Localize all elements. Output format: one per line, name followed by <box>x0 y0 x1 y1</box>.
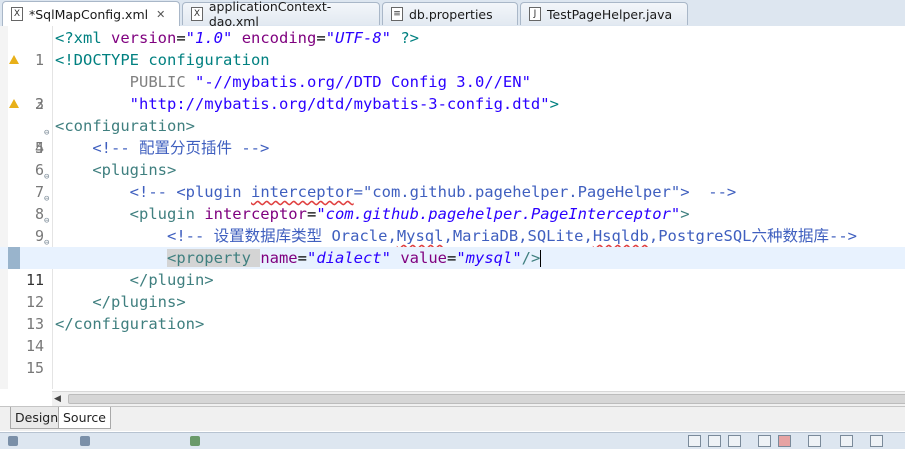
toolbar-button[interactable] <box>758 435 771 447</box>
horizontal-scrollbar[interactable]: ◀ <box>52 391 905 407</box>
toolbar-button[interactable] <box>778 435 791 447</box>
code-line-15[interactable]: 15 <box>0 335 905 377</box>
code-line-7[interactable]: 7 ⊖ <plugins> <box>0 159 905 201</box>
properties-file-icon: ≡ <box>391 7 403 21</box>
code-text: </plugins> <box>92 293 186 311</box>
text-caret <box>540 250 542 267</box>
code-text: <configuration> <box>55 117 195 135</box>
tab-sqlmapconfig[interactable]: X *SqlMapConfig.xml ✕ <box>2 1 180 26</box>
code-text: "http://mybatis.org/dtd/mybatis-3-config… <box>129 95 559 113</box>
code-text: <!-- 配置分页插件 --> <box>92 139 270 157</box>
toolbar-button[interactable] <box>808 435 821 447</box>
tab-design[interactable]: Design <box>10 407 64 429</box>
view-icon <box>190 436 200 446</box>
code-line-1[interactable]: 1 <?xml version="1.0" encoding="UTF-8" ?… <box>0 27 905 69</box>
code-text: <property name="dialect" value="mysql"/> <box>166 249 542 267</box>
toolbar-button[interactable] <box>708 435 721 447</box>
code-line-10[interactable]: 10 ⊖ <!-- 设置数据库类型 Oracle,Mysql,MariaDB,S… <box>0 225 905 267</box>
editor-mode-tabs: Design Source <box>0 406 905 431</box>
bottom-view-bar <box>0 432 905 449</box>
toolbar-button[interactable] <box>728 435 741 447</box>
code-text: PUBLIC "-//mybatis.org//DTD Config 3.0//… <box>129 73 531 91</box>
toolbar-button[interactable] <box>870 435 883 447</box>
code-line-11[interactable]: 11 <property name="dialect" value="mysql… <box>0 247 905 289</box>
change-marker <box>8 247 20 269</box>
code-text: </plugin> <box>129 271 214 289</box>
code-line-14[interactable]: 14 </configuration> <box>0 313 905 355</box>
code-text: <?xml version="1.0" encoding="UTF-8" ?> <box>55 29 420 47</box>
code-line-5[interactable]: 5 ⊖ <configuration> <box>0 115 905 157</box>
view-icon <box>80 436 90 446</box>
code-text: <plugin interceptor="com.github.pagehelp… <box>129 205 690 223</box>
scrollbar-thumb[interactable] <box>68 394 905 404</box>
code-text: <plugins> <box>92 161 177 179</box>
line-number: 15 <box>25 359 44 377</box>
editor-tab-bar: X *SqlMapConfig.xml ✕ X applicationConte… <box>0 0 905 29</box>
tab-db-properties[interactable]: ≡ db.properties <box>382 2 518 25</box>
code-text: <!-- 设置数据库类型 Oracle,Mysql,MariaDB,SQLite… <box>166 227 858 245</box>
xml-source-editor[interactable]: 1 <?xml version="1.0" encoding="UTF-8" ?… <box>0 26 905 389</box>
view-tab[interactable] <box>190 436 250 449</box>
code-text: <!-- <plugin interceptor="com.github.pag… <box>129 183 737 201</box>
tab-label: applicationContext-dao.xml <box>208 0 332 29</box>
code-line-4[interactable]: 4 "http://mybatis.org/dtd/mybatis-3-conf… <box>0 93 905 157</box>
code-line-8[interactable]: 8 ⊖ <!-- <plugin interceptor="com.github… <box>0 181 905 223</box>
code-text: <!DOCTYPE configuration <box>55 51 270 69</box>
view-tab[interactable] <box>8 436 68 449</box>
code-text: </configuration> <box>55 315 205 333</box>
tab-label: db.properties <box>409 6 493 22</box>
close-icon[interactable]: ✕ <box>156 8 165 21</box>
code-line-13[interactable]: 13 </plugins> <box>0 291 905 333</box>
tab-label: TestPageHelper.java <box>547 6 673 22</box>
code-line-2[interactable]: 2 <!DOCTYPE configuration <box>0 49 905 113</box>
warning-icon[interactable] <box>9 55 19 64</box>
xml-file-icon: X <box>191 7 203 21</box>
tab-testpagehelper-java[interactable]: J TestPageHelper.java <box>520 2 688 25</box>
view-icon <box>8 436 18 446</box>
xml-file-icon: X <box>11 7 23 21</box>
view-tab[interactable] <box>80 436 180 449</box>
code-line-12[interactable]: 12 </plugin> <box>0 269 905 311</box>
code-line-6[interactable]: 6 <!-- 配置分页插件 --> <box>0 137 905 179</box>
warning-icon[interactable] <box>9 99 19 108</box>
java-file-icon: J <box>529 7 541 21</box>
tab-source[interactable]: Source <box>58 407 111 429</box>
toolbar-button[interactable] <box>688 435 701 447</box>
toolbar-button[interactable] <box>840 435 853 447</box>
code-line-9[interactable]: 9 ⊖ <plugin interceptor="com.github.page… <box>0 203 905 245</box>
tab-label: *SqlMapConfig.xml <box>29 6 149 22</box>
tab-applicationcontext-dao[interactable]: X applicationContext-dao.xml <box>182 0 380 29</box>
scroll-left-arrow-icon[interactable]: ◀ <box>54 394 61 404</box>
code-line-3[interactable]: 3 PUBLIC "-//mybatis.org//DTD Config 3.0… <box>0 71 905 113</box>
